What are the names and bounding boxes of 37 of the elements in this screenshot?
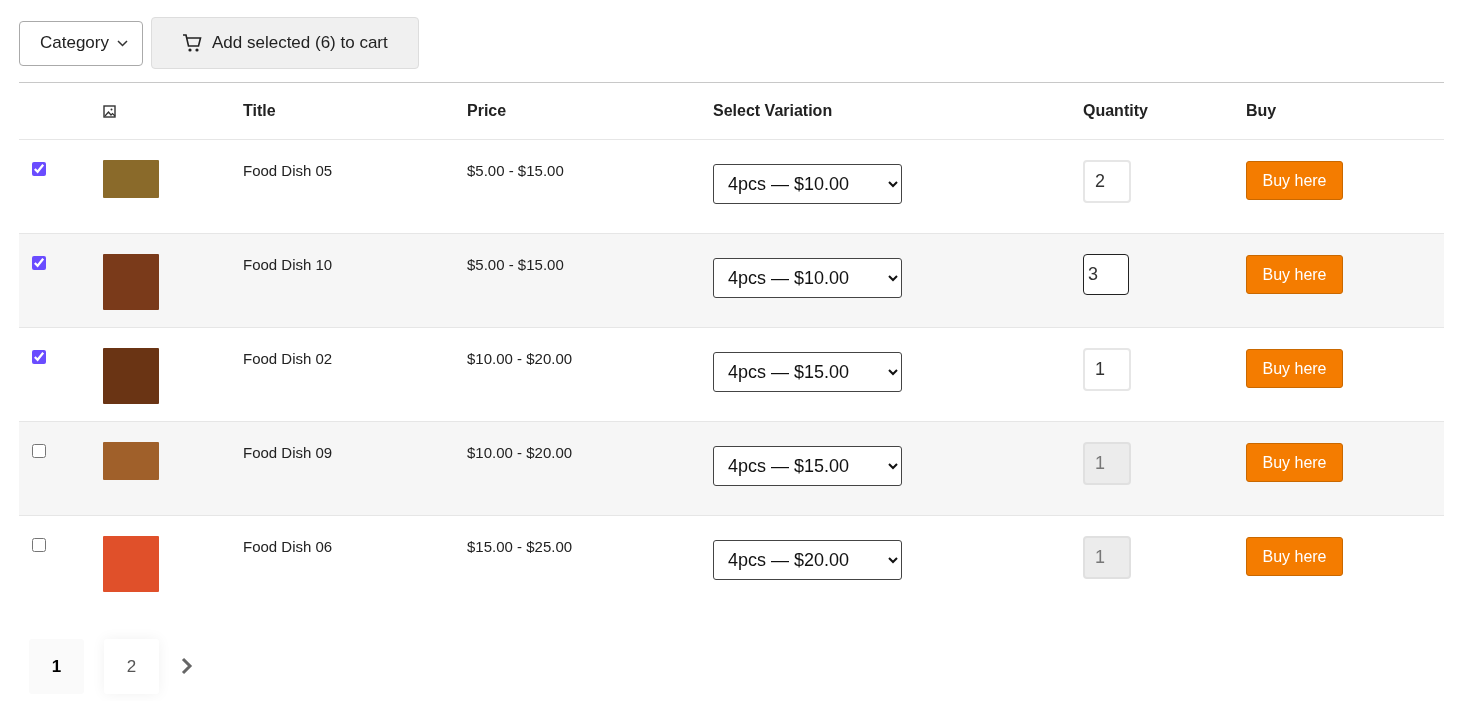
price-range: $10.00 - $20.00: [467, 349, 574, 367]
page-button[interactable]: 1: [29, 639, 84, 694]
price-range: $5.00 - $15.00: [467, 255, 565, 273]
quantity-field[interactable]: 3: [1083, 254, 1129, 295]
quantity-field[interactable]: 1: [1083, 348, 1131, 391]
product-title: Food Dish 02: [243, 349, 334, 367]
column-header: Price: [467, 102, 508, 120]
product-title: Food Dish 06: [243, 537, 334, 555]
column-header: Buy: [1246, 102, 1278, 120]
row-checkbox[interactable]: [32, 162, 46, 176]
product-title: Food Dish 10: [243, 255, 334, 273]
add-to-cart-button[interactable]: Add selected (6) to cart: [151, 17, 419, 69]
price-range: $10.00 - $20.00: [467, 443, 574, 461]
column-header: Quantity: [1083, 102, 1149, 120]
photo-placeholder: [103, 536, 159, 592]
photo-placeholder: [103, 160, 159, 198]
product-title: Food Dish 05: [243, 161, 334, 179]
column-header: Select Variation: [713, 102, 834, 120]
photo-placeholder: [103, 254, 159, 310]
quantity-field[interactable]: 2: [1083, 160, 1131, 203]
chevron-down-icon: [117, 39, 128, 47]
variation-select[interactable]: 4pcs — $10.00: [713, 164, 902, 204]
variation-select[interactable]: 4pcs — $15.00: [713, 352, 902, 392]
category-dropdown[interactable]: Category: [19, 20, 143, 66]
page-button[interactable]: 2: [104, 639, 159, 694]
price-range: $5.00 - $15.00: [467, 161, 565, 179]
photo-placeholder: [103, 348, 159, 404]
row-checkbox[interactable]: [32, 350, 46, 364]
row-checkbox[interactable]: [32, 256, 46, 270]
column-header: Title: [243, 102, 277, 120]
photo-placeholder: [103, 442, 159, 480]
variation-select[interactable]: 4pcs — $10.00: [713, 258, 902, 298]
product-title: Food Dish 09: [243, 443, 334, 461]
image-icon: [103, 104, 116, 118]
cart-icon: [182, 33, 202, 53]
next-page-icon[interactable]: [179, 656, 195, 677]
price-range: $15.00 - $25.00: [467, 537, 574, 555]
